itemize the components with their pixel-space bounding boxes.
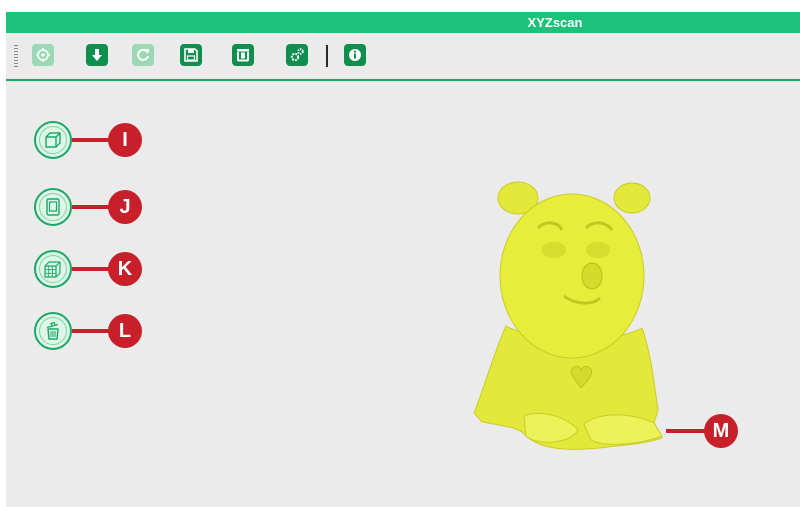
trash-icon (46, 321, 59, 340)
toolbar (6, 33, 800, 81)
view-solid-button[interactable] (34, 121, 72, 159)
callout-k: K (108, 252, 142, 286)
printer-figure-icon (237, 49, 249, 62)
info-button[interactable] (344, 44, 366, 66)
scanned-bear-model[interactable] (466, 178, 672, 468)
delete-button[interactable] (34, 312, 72, 350)
download-button[interactable] (86, 44, 108, 66)
grid-cube-icon (44, 261, 61, 278)
crosshair-icon (36, 48, 50, 62)
save-button[interactable] (180, 44, 202, 66)
floppy-disk-icon (184, 48, 198, 62)
tablet-icon (46, 198, 60, 216)
callout-i: I (108, 123, 142, 157)
view-texture-button[interactable] (34, 188, 72, 226)
settings-button[interactable] (286, 44, 308, 66)
download-arrow-icon (92, 49, 102, 61)
callout-l: L (108, 314, 142, 348)
info-icon (349, 49, 361, 61)
toolbar-separator (326, 45, 328, 67)
callout-j: J (108, 190, 142, 224)
print-button[interactable] (232, 44, 254, 66)
view-mesh-button[interactable] (34, 250, 72, 288)
window-title: XYZscan (527, 15, 583, 30)
toolbar-grip[interactable] (14, 45, 18, 67)
target-button[interactable] (32, 44, 54, 66)
cube-icon (45, 132, 61, 148)
app-window: XYZscan I J K L M (6, 12, 800, 507)
refresh-button[interactable] (132, 44, 154, 66)
refresh-icon (137, 48, 149, 61)
callout-m: M (704, 414, 738, 448)
title-bar: XYZscan (6, 12, 800, 33)
gears-icon (290, 48, 304, 62)
